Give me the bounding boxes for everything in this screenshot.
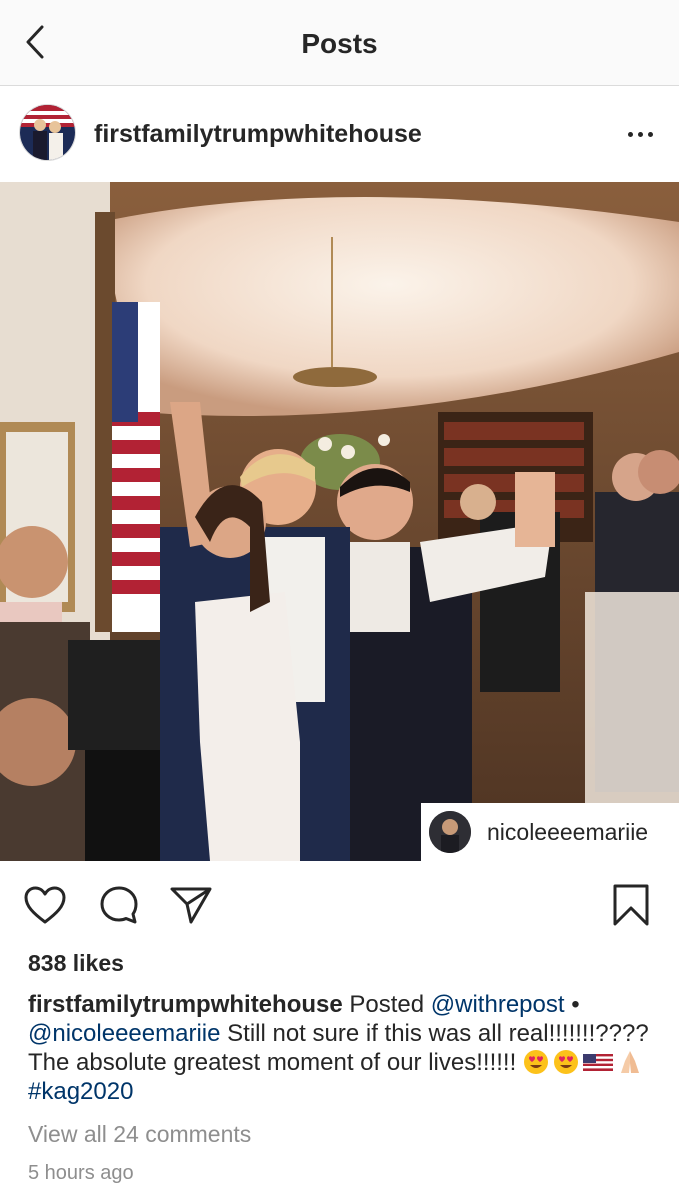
like-count[interactable]: 838 likes [28,950,124,977]
mention-link[interactable]: @withrepost [431,991,565,1018]
avatar[interactable] [19,104,76,161]
heart-eyes-emoji [553,1050,578,1074]
view-all-comments-link[interactable]: View all 24 comments [28,1121,251,1148]
top-navigation-bar: Posts [0,0,679,86]
page-title: Posts [301,28,378,59]
post-header: firstfamilytrumpwhitehouse [0,86,679,182]
caption-bullet: • [564,991,580,1018]
folded-hands-emoji [620,1051,639,1073]
repost-avatar [429,811,471,853]
mention-link[interactable]: @nicoleeeemariie [28,1020,220,1047]
post-username[interactable]: firstfamilytrumpwhitehouse [94,120,422,149]
heart-eyes-emoji [523,1050,548,1074]
like-button[interactable] [22,882,68,928]
more-options-button[interactable] [620,122,660,146]
caption-username[interactable]: firstfamilytrumpwhitehouse [28,991,343,1018]
more-dot [647,131,653,137]
repost-username: nicoleeeemariie [487,818,649,845]
repost-credit-tag[interactable]: nicoleeeemariie [421,803,679,861]
heart-icon [24,886,66,924]
photo-image [0,182,679,861]
save-button[interactable] [608,882,654,928]
comment-button[interactable] [96,882,142,928]
post-photo[interactable]: nicoleeeemariie [0,182,679,861]
share-button[interactable] [168,882,214,928]
paper-plane-icon [170,887,212,924]
comment-icon [100,886,138,924]
us-flag-emoji [582,1054,613,1071]
bookmark-icon [613,884,649,926]
post-action-bar [0,862,679,946]
caption-text-before: Posted [342,991,431,1018]
hashtag-link[interactable]: #kag2020 [28,1078,133,1105]
more-dot [637,131,643,137]
post-timestamp: 5 hours ago [28,1162,134,1184]
post-caption: firstfamilytrumpwhitehouse Posted @withr… [28,990,658,1106]
more-horizontal-icon [627,131,633,137]
